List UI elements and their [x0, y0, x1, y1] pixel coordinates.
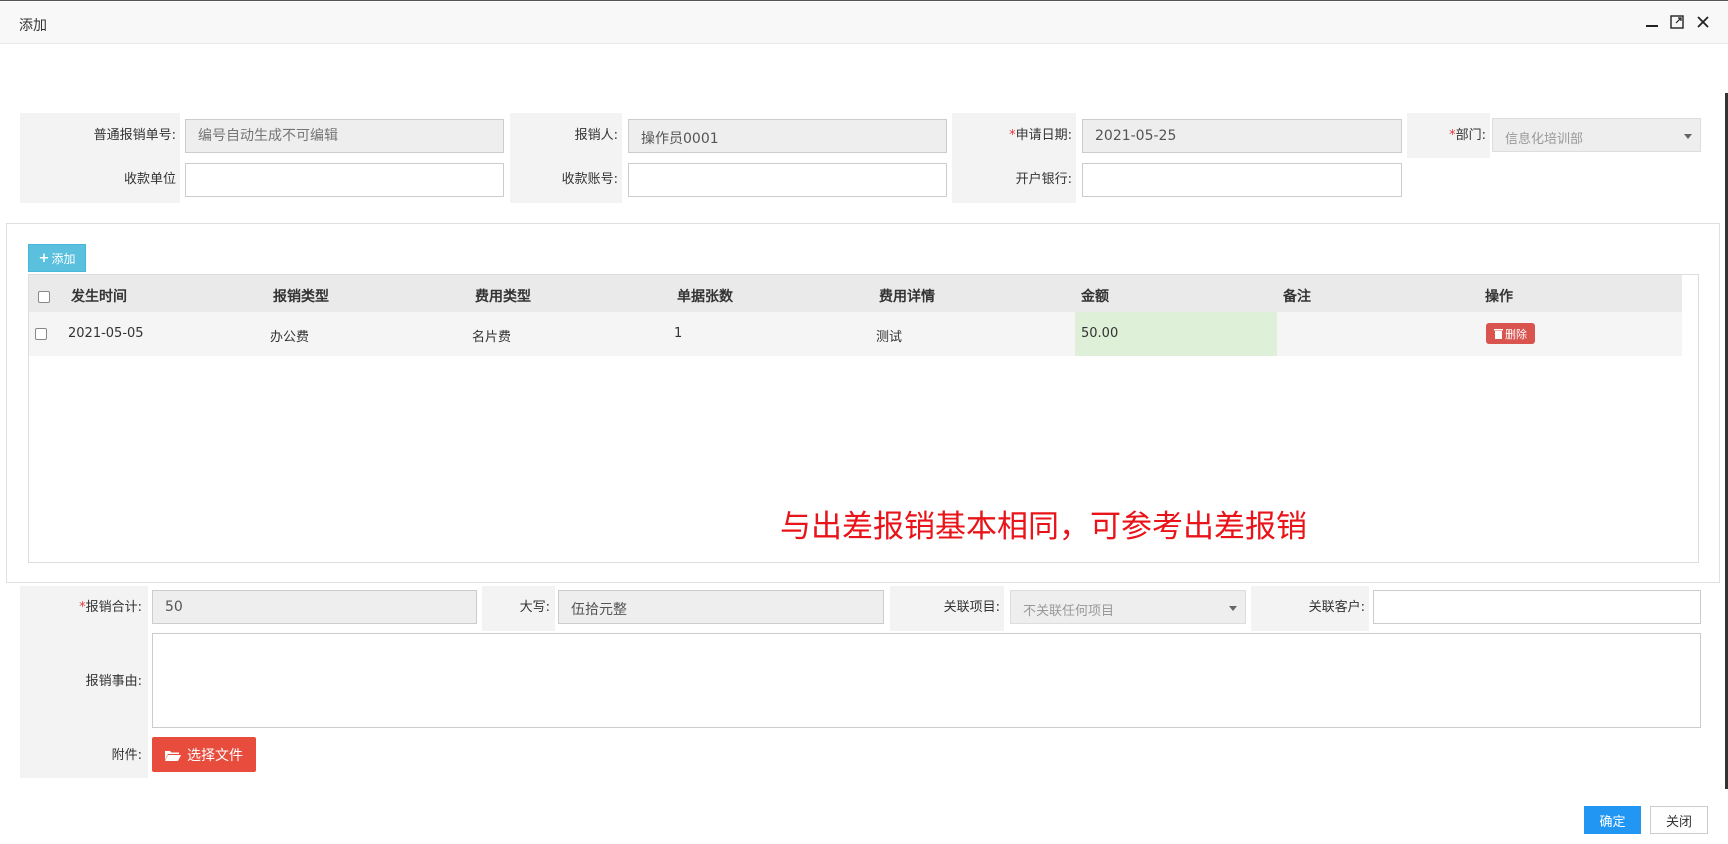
delete-row-button[interactable]: 删除 [1486, 323, 1535, 344]
confirm-button[interactable]: 确定 [1584, 806, 1641, 834]
folder-open-icon [165, 750, 181, 761]
add-dialog: 添加 普通报销单号: 报销人: 操作员0001 *申请日期: 2021-05-2… [0, 0, 1728, 844]
add-row-button[interactable]: + 添加 [28, 244, 86, 272]
upper-input[interactable]: 伍拾元整 [558, 590, 884, 624]
title-bar: 添加 [0, 2, 1728, 44]
add-row-label: 添加 [51, 251, 76, 266]
col-amount: 金额 [1081, 289, 1109, 305]
col-action: 操作 [1485, 289, 1513, 305]
dept-select-value: 信息化培训部 [1505, 132, 1584, 147]
trash-icon [1494, 328, 1503, 339]
account-label: 收款账号: [561, 172, 618, 187]
bank-label: 开户银行: [1015, 172, 1072, 187]
col-fee-type: 费用类型 [475, 289, 531, 305]
chevron-down-icon [1684, 134, 1692, 139]
payee-input[interactable] [185, 163, 504, 197]
col-detail: 费用详情 [879, 289, 935, 305]
dept-label: *部门: [1430, 124, 1486, 143]
customer-input[interactable] [1373, 590, 1701, 624]
project-select[interactable]: 不关联任何项目 [1010, 590, 1246, 624]
bill-no-label: 普通报销单号: [93, 128, 176, 143]
cell-date: 2021-05-05 [68, 326, 144, 341]
bank-input[interactable] [1082, 163, 1402, 197]
account-input[interactable] [628, 163, 947, 197]
maximize-icon[interactable] [1667, 12, 1687, 32]
dept-label-text: 部门: [1455, 128, 1486, 143]
table-header: 发生时间 报销类型 费用类型 单据张数 费用详情 金额 备注 操作 [29, 275, 1682, 312]
cell-bill-type: 办公费 [270, 330, 310, 345]
total-input[interactable]: 50 [152, 590, 477, 624]
chevron-down-icon [1229, 606, 1237, 611]
reporter-input[interactable]: 操作员0001 [628, 119, 947, 153]
date-input[interactable]: 2021-05-25 [1082, 119, 1402, 153]
row-checkbox[interactable] [35, 328, 47, 340]
col-count: 单据张数 [677, 289, 733, 305]
close-icon[interactable] [1693, 12, 1713, 32]
total-label: *报销合计: [64, 596, 142, 615]
annotation-note: 与出差报销基本相同，可参考出差报销 [780, 509, 1307, 545]
payee-label: 收款单位 [123, 172, 176, 187]
dialog-title: 添加 [19, 18, 47, 34]
bill-no-input[interactable] [185, 119, 504, 153]
date-label-text: 申请日期: [1015, 128, 1072, 143]
table-row[interactable]: 2021-05-05 办公费 名片费 1 测试 50.00 删除 [29, 312, 1682, 356]
col-bill-type: 报销类型 [273, 289, 329, 305]
project-label: 关联项目: [943, 600, 1000, 615]
upper-label: 大写: [519, 600, 550, 615]
col-remark: 备注 [1283, 289, 1311, 305]
delete-label: 删除 [1505, 327, 1527, 341]
cell-count: 1 [674, 326, 683, 341]
dept-select[interactable]: 信息化培训部 [1492, 118, 1701, 152]
reporter-label: 报销人: [574, 128, 618, 143]
close-button[interactable]: 关闭 [1650, 806, 1708, 834]
date-label: *申请日期: [1000, 124, 1072, 143]
cell-detail: 测试 [876, 330, 903, 345]
plus-icon: + [38, 250, 50, 266]
reason-textarea[interactable] [152, 633, 1701, 728]
minimize-icon[interactable] [1642, 12, 1662, 32]
select-all-checkbox[interactable] [38, 291, 50, 303]
customer-label: 关联客户: [1308, 600, 1365, 615]
col-date: 发生时间 [71, 289, 127, 305]
total-label-text: 报销合计: [85, 600, 142, 615]
cell-amount: 50.00 [1081, 326, 1119, 341]
choose-file-label: 选择文件 [187, 747, 243, 764]
choose-file-button[interactable]: 选择文件 [152, 737, 256, 772]
project-select-value: 不关联任何项目 [1023, 604, 1115, 619]
cell-fee-type: 名片费 [472, 330, 512, 345]
reason-label: 报销事由: [85, 674, 142, 689]
attach-label: 附件: [111, 748, 142, 763]
